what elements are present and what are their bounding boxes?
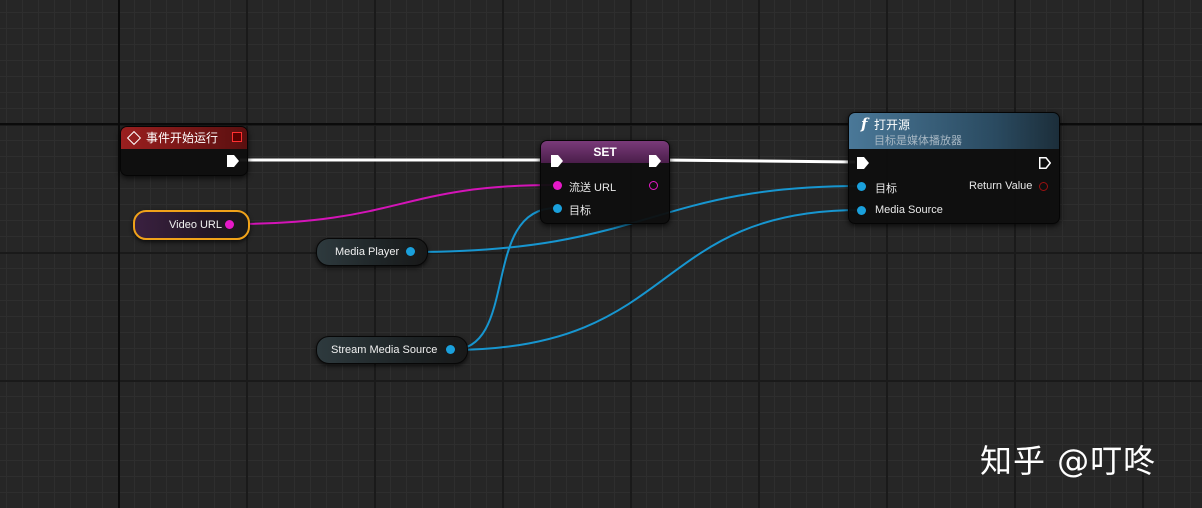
set-exec-in-pin-icon[interactable] xyxy=(551,155,563,167)
return-value-label: Return Value xyxy=(969,180,1033,192)
event-begin-play-node[interactable]: 事件开始运行 xyxy=(120,126,248,176)
return-value-out-pin[interactable] xyxy=(1039,182,1048,191)
open-media-source-in-pin[interactable] xyxy=(857,206,866,215)
event-diamond-icon xyxy=(126,130,142,146)
set-stream-url-out-pin[interactable] xyxy=(649,181,658,190)
open-source-title: 打开源 xyxy=(874,118,911,132)
video-url-variable-node[interactable]: Video URL xyxy=(133,210,250,240)
event-node-header: 事件开始运行 xyxy=(121,127,247,149)
video-url-label: Video URL xyxy=(169,219,222,231)
open-target-in-pin[interactable] xyxy=(857,182,866,191)
open-exec-out-pin-icon[interactable] xyxy=(1039,157,1051,169)
set-target-label: 目标 xyxy=(569,205,591,217)
set-node-title: SET xyxy=(593,145,617,159)
string-wire-videourl-to-streamurl xyxy=(231,184,554,225)
set-stream-url-label: 流送 URL xyxy=(569,182,617,194)
exec-out-pin-icon[interactable] xyxy=(227,155,239,167)
event-node-title: 事件开始运行 xyxy=(146,131,219,145)
open-target-label: 目标 xyxy=(875,183,897,195)
zhihu-watermark: 知乎 @叮咚 xyxy=(980,442,1157,480)
open-media-source-label: Media Source xyxy=(875,204,943,216)
set-stream-url-in-pin[interactable] xyxy=(553,181,562,190)
stream-media-source-label: Stream Media Source xyxy=(331,344,438,356)
open-source-function-node[interactable]: f 打开源 目标是媒体播放器 目标 Return Value Media Sou… xyxy=(848,112,1060,224)
set-exec-out-pin-icon[interactable] xyxy=(649,155,661,167)
stream-media-source-out-pin[interactable] xyxy=(446,345,455,354)
open-source-header: f 打开源 目标是媒体播放器 xyxy=(849,113,1059,149)
set-target-in-pin[interactable] xyxy=(553,204,562,213)
object-wire-stream-to-set-target xyxy=(451,207,557,351)
open-exec-in-pin-icon[interactable] xyxy=(857,157,869,169)
media-player-out-pin[interactable] xyxy=(406,247,415,256)
video-url-out-pin[interactable] xyxy=(225,220,234,229)
stream-media-source-variable-node[interactable]: Stream Media Source xyxy=(316,336,468,364)
media-player-label: Media Player xyxy=(335,246,400,258)
wires-layer xyxy=(231,158,861,351)
set-node[interactable]: SET 流送 URL 目标 xyxy=(540,140,670,224)
object-wire-stream-to-media-source xyxy=(451,209,861,351)
media-player-variable-node[interactable]: Media Player xyxy=(316,238,428,266)
exec-wire-set-to-open xyxy=(659,158,856,164)
open-source-subtitle: 目标是媒体播放器 xyxy=(874,135,962,147)
function-icon: f xyxy=(861,115,868,133)
delegate-pin-icon[interactable] xyxy=(232,132,242,142)
